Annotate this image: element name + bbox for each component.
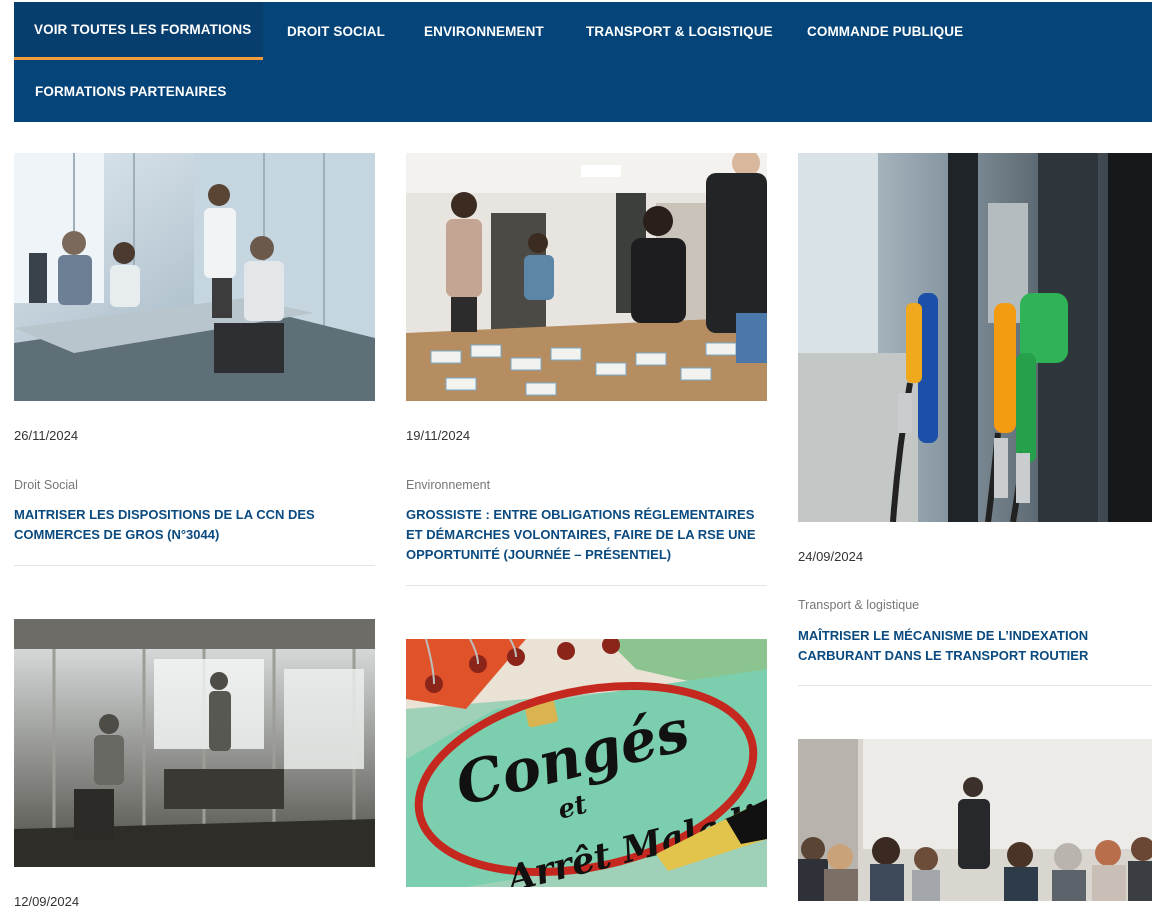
card-category[interactable]: Droit Social: [14, 478, 78, 492]
nav-tab-formations-partenaires[interactable]: FORMATIONS PARTENAIRES: [35, 62, 226, 120]
card-image-office-glass[interactable]: [14, 619, 375, 867]
card-title[interactable]: GROSSISTE : ENTRE OBLIGATIONS RÉGLEMENTA…: [406, 505, 761, 565]
card-title[interactable]: MAÎTRISER LE MÉCANISME DE L’INDEXATION C…: [798, 626, 1152, 666]
nav-tab-environnement[interactable]: ENVIRONNEMENT: [424, 2, 544, 60]
card-image-conges-maladie[interactable]: Congés et Arrêt Maladie: [406, 639, 767, 887]
nav-tab-label: DROIT SOCIAL: [287, 23, 385, 39]
card-date: 12/09/2024: [14, 894, 80, 909]
card-date: 19/11/2024: [406, 428, 471, 443]
card-divider: [406, 585, 767, 586]
card-title[interactable]: MAITRISER LES DISPOSITIONS DE LA CCN DES…: [14, 505, 369, 545]
nav-tab-label: ENVIRONNEMENT: [424, 23, 544, 39]
nav-tab-all-trainings[interactable]: VOIR TOUTES LES FORMATIONS: [14, 2, 263, 60]
nav-tab-transport-logistique[interactable]: TRANSPORT & LOGISTIQUE: [586, 2, 773, 60]
training-card: Congés et Arrêt Maladie: [406, 639, 767, 887]
card-divider: [14, 565, 375, 566]
nav-tab-label: TRANSPORT & LOGISTIQUE: [586, 23, 773, 39]
training-card: 24/09/2024 Transport & logistique MAÎTRI…: [798, 153, 1152, 686]
training-card: 26/11/2024 Droit Social MAITRISER LES DI…: [14, 153, 375, 566]
nav-tab-droit-social[interactable]: DROIT SOCIAL: [287, 2, 385, 60]
card-divider: [798, 685, 1152, 686]
training-card: [798, 739, 1152, 901]
formations-nav: VOIR TOUTES LES FORMATIONS DROIT SOCIAL …: [14, 2, 1152, 122]
nav-tab-label: FORMATIONS PARTENAIRES: [35, 83, 227, 99]
nav-tab-label: COMMANDE PUBLIQUE: [807, 23, 964, 39]
card-date: 26/11/2024: [14, 428, 79, 443]
card-date: 24/09/2024: [798, 549, 864, 564]
nav-tab-commande-publique[interactable]: COMMANDE PUBLIQUE: [807, 2, 963, 60]
card-image-workshop[interactable]: [406, 153, 767, 401]
nav-tab-label: VOIR TOUTES LES FORMATIONS: [34, 22, 252, 37]
card-category[interactable]: Transport & logistique: [798, 598, 919, 612]
card-image-conference[interactable]: [798, 739, 1152, 901]
card-category[interactable]: Environnement: [406, 478, 490, 492]
card-image-fuel-pumps[interactable]: [798, 153, 1152, 522]
card-image-meeting[interactable]: [14, 153, 375, 401]
training-card: 19/11/2024 Environnement GROSSISTE : ENT…: [406, 153, 767, 586]
training-card: 12/09/2024: [14, 619, 375, 909]
